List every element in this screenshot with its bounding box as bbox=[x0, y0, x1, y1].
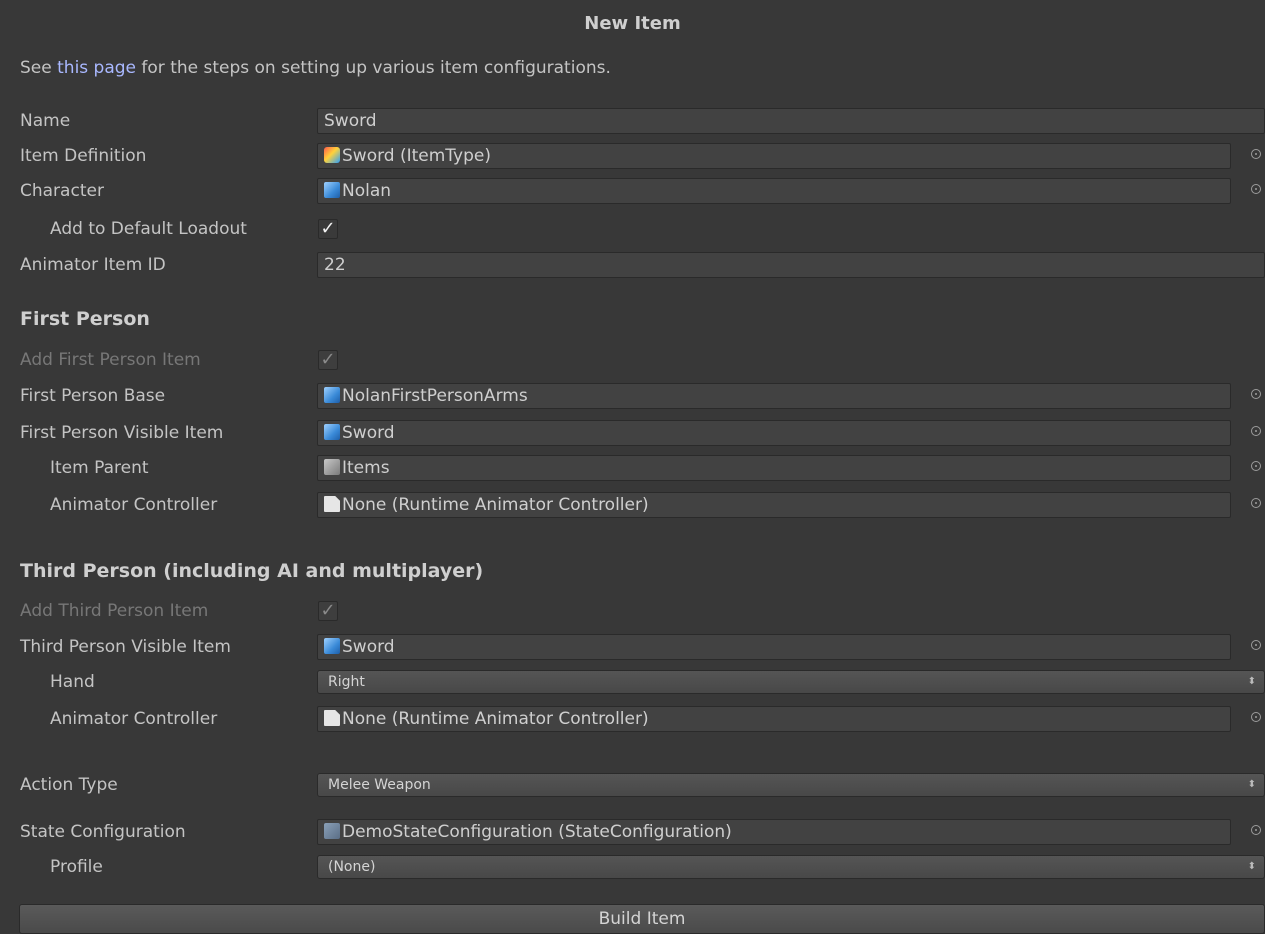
object-picker-icon[interactable] bbox=[1251, 498, 1261, 508]
third-person-animator-label: Animator Controller bbox=[50, 709, 218, 729]
profile-value: (None) bbox=[328, 859, 376, 875]
prefab-icon bbox=[324, 387, 340, 403]
first-person-base-value: NolanFirstPersonArms bbox=[342, 386, 528, 406]
profile-row: Profile (None) ⬍ bbox=[0, 852, 1265, 882]
add-default-loadout-row: Add to Default Loadout ✓ bbox=[0, 214, 1265, 244]
add-first-person-row: Add First Person Item ✓ bbox=[0, 345, 1265, 375]
add-default-loadout-checkbox[interactable]: ✓ bbox=[318, 219, 338, 239]
action-type-dropdown[interactable]: Melee Weapon ⬍ bbox=[317, 773, 1265, 797]
name-label: Name bbox=[20, 111, 71, 131]
object-picker-icon[interactable] bbox=[1251, 149, 1261, 159]
item-type-icon bbox=[324, 147, 340, 163]
new-item-window: New Item See this page for the steps on … bbox=[0, 0, 1265, 934]
info-suffix: for the steps on setting up various item… bbox=[136, 58, 611, 78]
first-person-visible-item-label: First Person Visible Item bbox=[20, 423, 224, 443]
add-third-person-label: Add Third Person Item bbox=[20, 601, 209, 621]
item-parent-label: Item Parent bbox=[50, 458, 149, 478]
first-person-visible-item-value: Sword bbox=[342, 423, 395, 443]
name-row: Name Sword bbox=[0, 106, 1265, 136]
object-picker-icon[interactable] bbox=[1251, 712, 1261, 722]
info-link[interactable]: this page bbox=[57, 58, 136, 78]
hand-value: Right bbox=[328, 674, 365, 690]
character-value: Nolan bbox=[342, 181, 392, 201]
first-person-base-row: First Person Base NolanFirstPersonArms bbox=[0, 381, 1265, 411]
dropdown-arrows-icon: ⬍ bbox=[1247, 779, 1256, 790]
third-person-animator-field[interactable]: None (Runtime Animator Controller) bbox=[317, 706, 1231, 732]
character-row: Character Nolan bbox=[0, 176, 1265, 206]
item-parent-field[interactable]: Items bbox=[317, 455, 1231, 481]
object-picker-icon[interactable] bbox=[1251, 825, 1261, 835]
info-prefix: See bbox=[20, 58, 58, 78]
animator-item-id-field[interactable]: 22 bbox=[317, 252, 1265, 278]
character-field[interactable]: Nolan bbox=[317, 178, 1231, 204]
object-picker-icon[interactable] bbox=[1251, 640, 1261, 650]
state-configuration-row: State Configuration DemoStateConfigurati… bbox=[0, 817, 1265, 847]
item-definition-value: Sword (ItemType) bbox=[342, 146, 491, 166]
state-configuration-label: State Configuration bbox=[20, 822, 186, 842]
window-title: New Item bbox=[584, 12, 681, 34]
document-icon bbox=[324, 496, 340, 512]
info-text: See this page for the steps on setting u… bbox=[20, 58, 611, 78]
item-definition-label: Item Definition bbox=[20, 146, 147, 166]
add-third-person-checkbox: ✓ bbox=[318, 601, 338, 621]
state-configuration-value: DemoStateConfiguration (StateConfigurati… bbox=[342, 822, 732, 842]
prefab-icon bbox=[324, 638, 340, 654]
first-person-animator-field[interactable]: None (Runtime Animator Controller) bbox=[317, 492, 1231, 518]
hand-row: Hand Right ⬍ bbox=[0, 667, 1265, 697]
document-icon bbox=[324, 710, 340, 726]
third-person-visible-item-row: Third Person Visible Item Sword bbox=[0, 632, 1265, 662]
character-label: Character bbox=[20, 181, 104, 201]
first-person-animator-value: None (Runtime Animator Controller) bbox=[342, 495, 649, 515]
profile-dropdown[interactable]: (None) ⬍ bbox=[317, 855, 1265, 879]
item-definition-field[interactable]: Sword (ItemType) bbox=[317, 143, 1231, 169]
prefab-icon bbox=[324, 182, 340, 198]
animator-item-id-row: Animator Item ID 22 bbox=[0, 250, 1265, 280]
object-picker-icon[interactable] bbox=[1251, 184, 1261, 194]
hand-label: Hand bbox=[50, 672, 95, 692]
action-type-value: Melee Weapon bbox=[328, 777, 431, 793]
first-person-animator-label: Animator Controller bbox=[50, 495, 218, 515]
state-configuration-field[interactable]: DemoStateConfiguration (StateConfigurati… bbox=[317, 819, 1231, 845]
dropdown-arrows-icon: ⬍ bbox=[1247, 676, 1256, 687]
add-first-person-label: Add First Person Item bbox=[20, 350, 201, 370]
first-person-item-parent-row: Item Parent Items bbox=[0, 453, 1265, 483]
first-person-visible-item-row: First Person Visible Item Sword bbox=[0, 418, 1265, 448]
first-person-header: First Person bbox=[20, 308, 150, 330]
item-definition-row: Item Definition Sword (ItemType) bbox=[0, 141, 1265, 171]
gameobject-icon bbox=[324, 459, 340, 475]
third-person-visible-item-label: Third Person Visible Item bbox=[20, 637, 231, 657]
add-default-loadout-label: Add to Default Loadout bbox=[50, 219, 247, 239]
object-picker-icon[interactable] bbox=[1251, 389, 1261, 399]
third-person-visible-item-value: Sword bbox=[342, 637, 395, 657]
profile-label: Profile bbox=[50, 857, 103, 877]
item-parent-value: Items bbox=[342, 458, 390, 478]
object-picker-icon[interactable] bbox=[1251, 426, 1261, 436]
action-type-row: Action Type Melee Weapon ⬍ bbox=[0, 770, 1265, 800]
animator-item-id-label: Animator Item ID bbox=[20, 255, 166, 275]
dropdown-arrows-icon: ⬍ bbox=[1247, 861, 1256, 872]
add-first-person-checkbox: ✓ bbox=[318, 350, 338, 370]
first-person-base-label: First Person Base bbox=[20, 386, 166, 406]
third-person-animator-value: None (Runtime Animator Controller) bbox=[342, 709, 649, 729]
first-person-animator-row: Animator Controller None (Runtime Animat… bbox=[0, 490, 1265, 520]
add-third-person-row: Add Third Person Item ✓ bbox=[0, 596, 1265, 626]
third-person-animator-row: Animator Controller None (Runtime Animat… bbox=[0, 704, 1265, 734]
name-field[interactable]: Sword bbox=[317, 108, 1265, 134]
first-person-visible-item-field[interactable]: Sword bbox=[317, 420, 1231, 446]
action-type-label: Action Type bbox=[20, 775, 118, 795]
third-person-header: Third Person (including AI and multiplay… bbox=[20, 560, 484, 582]
prefab-icon bbox=[324, 424, 340, 440]
build-item-button[interactable]: Build Item bbox=[19, 904, 1265, 934]
hand-dropdown[interactable]: Right ⬍ bbox=[317, 670, 1265, 694]
asset-icon bbox=[324, 823, 340, 839]
first-person-base-field[interactable]: NolanFirstPersonArms bbox=[317, 383, 1231, 409]
object-picker-icon[interactable] bbox=[1251, 461, 1261, 471]
third-person-visible-item-field[interactable]: Sword bbox=[317, 634, 1231, 660]
